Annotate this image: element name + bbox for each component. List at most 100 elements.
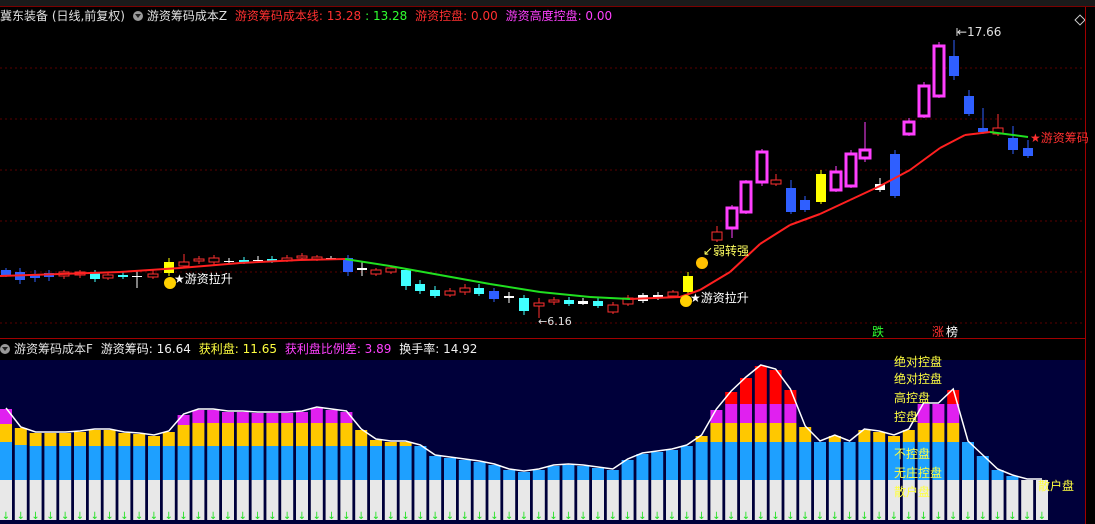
candle-body [1008, 138, 1018, 150]
chip-band-nocontrol [310, 446, 323, 480]
candle [430, 286, 440, 298]
candle [786, 180, 796, 214]
chip-band-nocontrol [666, 450, 678, 480]
chip-band-control [725, 423, 738, 442]
candle [593, 298, 603, 308]
chip-band-control [29, 433, 42, 446]
candle [118, 272, 128, 279]
chip-band-control [917, 423, 930, 442]
chip-band-control [207, 423, 220, 446]
chip-bar: ↓ [266, 413, 279, 522]
chip-band-control [932, 423, 945, 442]
candle-body [533, 302, 545, 307]
green-arrow: ↓ [638, 511, 646, 522]
chip-band-control [873, 432, 886, 442]
chip-band-control [118, 433, 131, 446]
candle-body [949, 56, 959, 76]
chip-band-absolute [725, 392, 738, 404]
chip-band-control [310, 423, 323, 446]
green-arrow: ↓ [949, 511, 957, 522]
chip-band-nocontrol [621, 460, 634, 480]
candle-body [132, 276, 142, 277]
chip-bar: ↓ [236, 412, 249, 522]
chip-bar: ↓ [562, 465, 575, 522]
candle-body [208, 257, 220, 263]
green-arrow: ↓ [786, 511, 794, 522]
chip-bar: ↓ [814, 442, 826, 522]
chip-band-nocontrol [843, 442, 856, 480]
chip-band-high [754, 404, 767, 423]
candle-body [917, 84, 931, 118]
chip-bar: ↓ [666, 450, 678, 522]
chip-bar: ↓ [754, 366, 767, 522]
chip-bar: ↓ [177, 415, 190, 522]
green-arrow: ↓ [742, 511, 750, 522]
chip-band-high [251, 413, 264, 423]
chip-band-control [710, 423, 723, 442]
retail-label: 散户盘 [1038, 478, 1074, 493]
candle [949, 40, 959, 80]
chip-bar: ↓ [340, 412, 353, 522]
chip-band-nocontrol [947, 442, 960, 480]
chip-bar: ↓ [636, 454, 649, 522]
chip-band-nocontrol [769, 442, 782, 480]
green-arrow: ↓ [993, 511, 1001, 522]
chip-bar: ↓ [148, 436, 160, 522]
candle-body [725, 206, 739, 230]
green-arrow: ↓ [890, 511, 898, 522]
chip-band-nocontrol [725, 442, 738, 480]
chip-band-nocontrol [606, 470, 619, 480]
candle-body [178, 261, 190, 267]
green-arrow: ↓ [150, 511, 158, 522]
green-arrow: ↓ [535, 511, 543, 522]
candle [504, 292, 514, 303]
green-arrow: ↓ [239, 511, 247, 522]
chip-bar: ↓ [399, 442, 412, 522]
chip-bar: ↓ [725, 392, 738, 522]
candle [978, 108, 988, 134]
green-arrow: ↓ [697, 511, 705, 522]
chip-bar: ↓ [503, 470, 516, 522]
chip-bar: ↓ [651, 452, 664, 522]
chip-band-control [340, 423, 353, 446]
chip-bar: ↓ [429, 456, 442, 522]
chip-band-nocontrol [118, 446, 131, 480]
candle-body [844, 152, 858, 188]
candle [902, 118, 916, 136]
candle [164, 258, 174, 276]
chip-band-high [266, 413, 279, 423]
candle-body [401, 270, 411, 286]
candle [357, 262, 367, 276]
candle [208, 255, 220, 265]
candle-body [1, 270, 11, 275]
candle [964, 90, 974, 116]
chip-band-nocontrol [444, 458, 456, 480]
chip-band-nocontrol [325, 446, 338, 480]
chip-band-control [902, 430, 915, 442]
chip-band-control [370, 440, 382, 446]
legend-item: 绝对控盘 [894, 354, 942, 369]
legend-item: 不控盘 [894, 446, 930, 461]
candle-body [739, 180, 753, 214]
chip-band-control [148, 436, 160, 446]
kline-chart[interactable]: ↓ ↓ ↓ ↓ ↓ ↓ ↓ ↓ ↓ ↓ ↓ ↓ ↓ ↓ ↓ ↓ ↓ ↓ ↓ ↓ ↓ ↓ ↓ ↓ ↓ ↓ ↓ ↓ ↓ ↓ ↓ ↓ ↓ ↓ ↓ ↓ ↓ ↓ ↓ ↓… [0, 0, 1095, 524]
green-arrow: ↓ [46, 511, 54, 522]
green-arrow: ↓ [520, 511, 528, 522]
green-arrow: ↓ [905, 511, 913, 522]
chip-bar: ↓ [44, 433, 57, 522]
chip-band-nocontrol [251, 446, 264, 480]
chip-band-nocontrol [799, 442, 812, 480]
chip-bar: ↓ [162, 432, 175, 522]
candle-body [858, 148, 872, 160]
chip-band-nocontrol [577, 466, 590, 480]
green-arrow: ↓ [816, 511, 824, 522]
candle [932, 42, 946, 98]
green-arrow: ↓ [653, 511, 661, 522]
green-arrow: ↓ [475, 511, 483, 522]
candle-body [902, 120, 916, 136]
green-arrow: ↓ [342, 511, 350, 522]
chip-band-nocontrol [503, 470, 516, 480]
legend-item: 高控盘 [894, 390, 930, 405]
green-arrow: ↓ [91, 511, 99, 522]
chip-bar: ↓ [29, 433, 42, 522]
